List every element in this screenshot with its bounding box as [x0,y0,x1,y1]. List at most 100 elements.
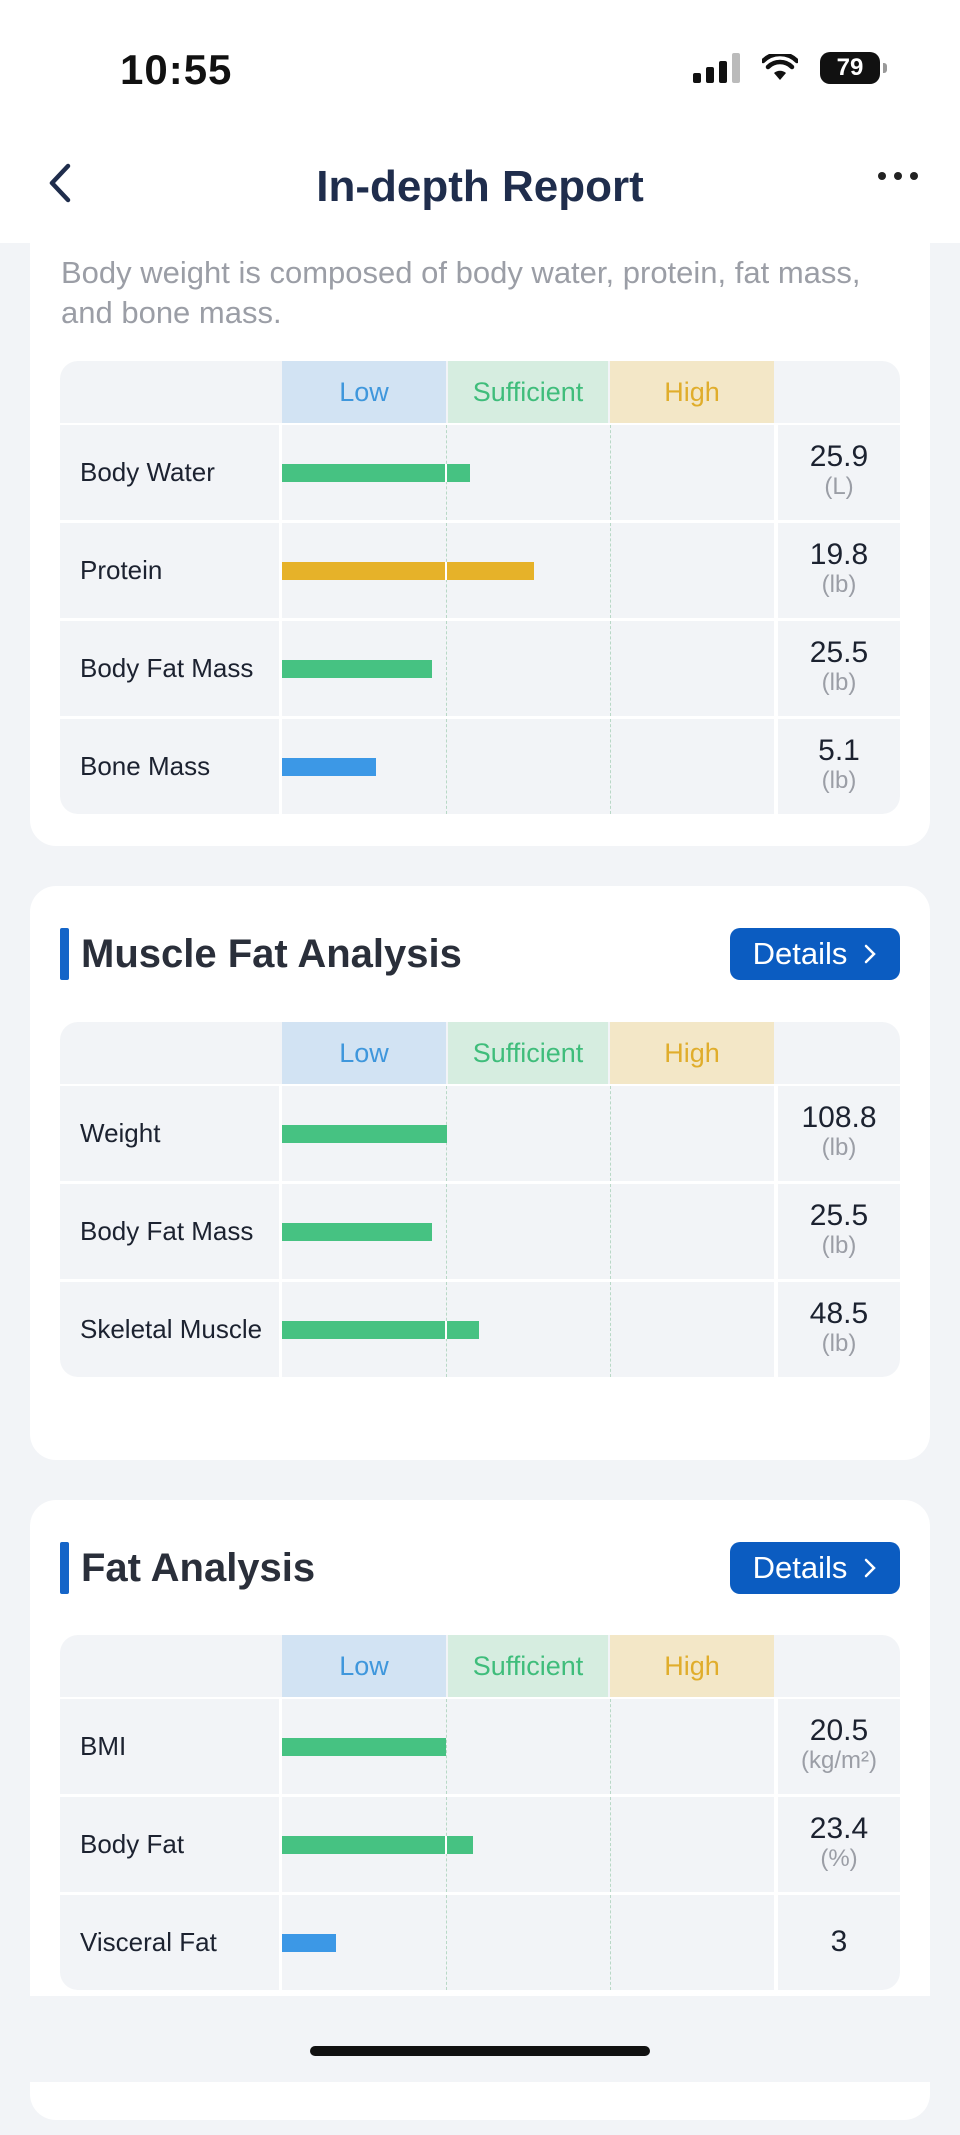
metric-value: 19.8 [809,538,869,571]
metric-label: Protein [80,555,163,585]
muscle-fat-details-button[interactable]: Details [730,928,900,980]
top-bar: 10:55 79 In-depth Report [0,0,960,243]
page-title: In-depth Report [316,162,644,211]
range-header: Low Sufficient High [60,1635,900,1697]
metric-row: Body Water 25.9 (L) [60,425,900,520]
metric-level-bar [282,1125,447,1143]
fat-analysis-details-button[interactable]: Details [730,1542,900,1594]
section-accent-bar [60,1542,69,1594]
metric-unit: (%) [820,1845,858,1872]
metric-value-cell: 25.9 (L) [778,425,900,520]
metric-unit: (L) [824,473,854,500]
muscle-fat-header: Muscle Fat Analysis Details [60,928,900,980]
metric-label: BMI [80,1731,127,1761]
metric-row: Body Fat 23.4 (%) [60,1797,900,1892]
range-divider [446,1184,447,1279]
metric-label: Weight [80,1118,161,1148]
section-title: Muscle Fat Analysis [81,931,462,976]
metric-bar-cell [282,1699,774,1794]
metric-row: Bone Mass 5.1 (lb) [60,719,900,814]
status-icons: 79 [693,52,887,84]
range-sufficient-label: Sufficient [448,361,608,423]
bar-range-marker [445,464,447,482]
metric-level-bar [282,464,470,482]
metric-row: Skeletal Muscle 48.5 (lb) [60,1282,900,1377]
metric-value: 5.1 [818,734,860,767]
composition-intro: Body weight is composed of body water, p… [61,255,861,330]
metric-value-cell: 48.5 (lb) [778,1282,900,1377]
metric-value-cell: 5.1 (lb) [778,719,900,814]
metric-value-cell: 19.8 (lb) [778,523,900,618]
metric-bar-cell [282,425,774,520]
metric-value-cell: 108.8 (lb) [778,1086,900,1181]
metric-label: Visceral Fat [80,1927,217,1957]
metric-row: Visceral Fat 3 [60,1895,900,1990]
metric-label: Body Fat [80,1829,185,1859]
range-divider [610,1184,611,1279]
metric-level-bar [282,1321,479,1339]
metric-value: 25.9 [809,440,869,473]
range-divider [610,1895,611,1990]
range-divider [610,1282,611,1377]
metric-value: 25.5 [809,636,869,669]
metric-label: Skeletal Muscle [80,1314,263,1344]
metric-label: Bone Mass [80,751,211,781]
range-header: Low Sufficient High [60,361,900,423]
metric-bar-cell [282,719,774,814]
section-accent-bar [60,928,69,980]
range-divider [446,621,447,716]
metric-level-bar [282,758,376,776]
metric-unit: (lb) [821,1232,857,1259]
metric-value-cell: 25.5 (lb) [778,1184,900,1279]
home-indicator[interactable] [310,2046,650,2056]
metric-bar-cell [282,1086,774,1181]
metric-label: Body Water [80,457,215,487]
chevron-right-icon [865,944,877,964]
metric-bar-cell [282,1895,774,1990]
chevron-right-icon [865,1558,877,1578]
range-low-label: Low [282,1635,446,1697]
metric-unit: (lb) [821,767,857,794]
muscle-fat-card: Muscle Fat Analysis Details Low Sufficien… [30,886,930,1460]
range-high-label: High [610,361,774,423]
metric-level-bar [282,562,534,580]
metric-label-cell: Skeletal Muscle [60,1282,279,1377]
range-divider [610,719,611,814]
range-divider [610,523,611,618]
metric-level-bar [282,1738,446,1756]
composition-card: Body weight is composed of body water, p… [30,226,930,846]
range-divider [446,719,447,814]
metric-bar-cell [282,621,774,716]
metric-row: Body Fat Mass 25.5 (lb) [60,621,900,716]
metric-label: Body Fat Mass [80,653,254,683]
range-header: Low Sufficient High [60,1022,900,1084]
metric-level-bar [282,1223,433,1241]
metric-unit: (kg/m²) [801,1747,877,1774]
more-options-icon[interactable] [878,172,918,180]
details-label: Details [752,1550,848,1585]
metric-unit: (lb) [821,1330,857,1357]
metric-row: BMI 20.5 (kg/m²) [60,1699,900,1794]
metric-label-cell: Protein [60,523,279,618]
metric-label-cell: Bone Mass [60,719,279,814]
range-divider [610,621,611,716]
metric-label-cell: Body Water [60,425,279,520]
metric-row: Protein 19.8 (lb) [60,523,900,618]
bar-range-marker [445,1836,447,1854]
metric-label: Body Fat Mass [80,1216,254,1246]
range-divider [610,1797,611,1892]
metric-label-cell: Body Fat [60,1797,279,1892]
metric-label-cell: Body Fat Mass [60,1184,279,1279]
metric-value-cell: 20.5 (kg/m²) [778,1699,900,1794]
metric-row: Weight 108.8 (lb) [60,1086,900,1181]
range-divider [446,1699,447,1794]
range-divider [610,425,611,520]
metric-unit: (lb) [821,1134,857,1161]
metric-label-cell: BMI [60,1699,279,1794]
status-time: 10:55 [120,46,233,93]
wifi-icon [762,54,798,80]
range-high-label: High [610,1022,774,1084]
metric-value-cell: 23.4 (%) [778,1797,900,1892]
metric-value-cell: 3 [778,1895,900,1990]
range-sufficient-label: Sufficient [448,1635,608,1697]
